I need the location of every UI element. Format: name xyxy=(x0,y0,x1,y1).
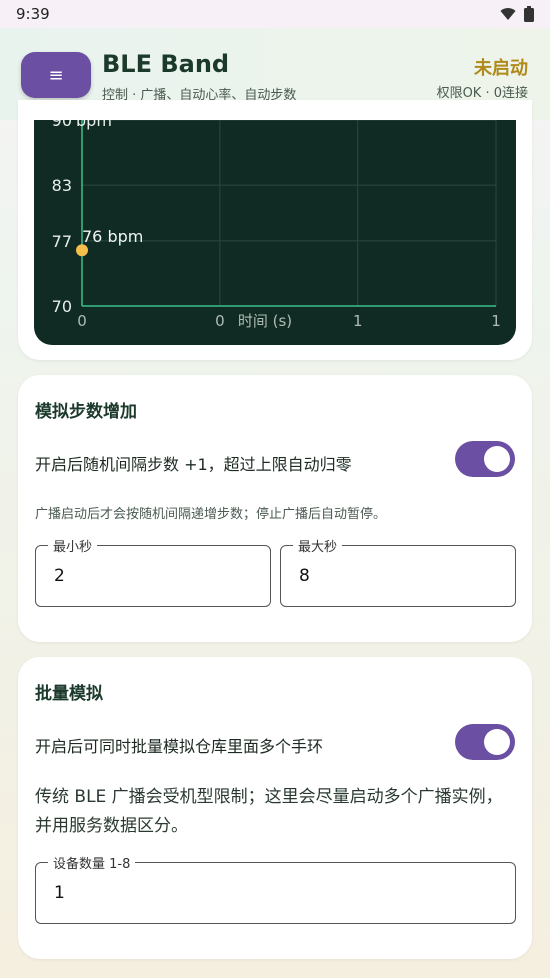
y-tick-label: 77 xyxy=(52,232,72,251)
device-count-label: 设备数量 1-8 xyxy=(48,853,136,872)
status-time: 9:39 xyxy=(16,5,50,23)
menu-button[interactable]: ≡ xyxy=(21,52,91,98)
battery-icon xyxy=(524,6,534,22)
heart-rate-chart: 90 83 77 70 bpm 0 0 1 1 时间 (s) 76 bpm xyxy=(34,120,516,345)
broadcast-state: 未启动 xyxy=(474,58,528,79)
min-seconds-field[interactable]: 最小秒 2 xyxy=(35,536,271,607)
wifi-icon xyxy=(500,8,516,20)
batch-toggle[interactable] xyxy=(455,724,515,760)
heart-rate-chart-svg: 90 83 77 70 bpm 0 0 1 1 时间 (s) 76 bpm xyxy=(52,120,501,330)
max-seconds-value: 8 xyxy=(299,566,310,586)
batch-toggle-label: 开启后可同时批量模拟仓库里面多个手环 xyxy=(35,737,324,756)
menu-icon: ≡ xyxy=(48,64,64,86)
batch-card: 批量模拟 开启后可同时批量模拟仓库里面多个手环 传统 BLE 广播会受机型限制；… xyxy=(18,657,532,959)
toggle-knob xyxy=(484,446,510,472)
x-axis-label: 时间 (s) xyxy=(238,312,292,330)
app-title: BLE Band xyxy=(102,50,230,78)
min-seconds-value: 2 xyxy=(54,566,65,586)
x-tick-label: 0 xyxy=(215,312,225,330)
device-count-field[interactable]: 设备数量 1-8 1 xyxy=(35,853,516,924)
x-tick-label: 0 xyxy=(77,312,87,330)
toggle-knob xyxy=(484,729,510,755)
status-icons xyxy=(500,6,534,22)
x-tick-label: 1 xyxy=(353,312,363,330)
x-tick-label: 1 xyxy=(491,312,501,330)
steps-toggle[interactable] xyxy=(455,441,515,477)
y-tick-label: 70 xyxy=(52,297,72,316)
steps-toggle-label: 开启后随机间隔步数 +1，超过上限自动归零 xyxy=(35,455,352,474)
data-point-label: 76 bpm xyxy=(82,227,143,246)
steps-card: 模拟步数增加 开启后随机间隔步数 +1，超过上限自动归零 广播启动后才会按随机间… xyxy=(18,375,532,642)
batch-hint: 传统 BLE 广播会受机型限制；这里会尽量启动多个广播实例，并用服务数据区分。 xyxy=(35,787,503,836)
status-bar: 9:39 xyxy=(0,0,550,28)
y-axis-unit: bpm xyxy=(76,120,112,130)
device-count-value: 1 xyxy=(54,883,65,903)
y-tick-label: 83 xyxy=(52,176,72,195)
connection-status: 权限OK · 0连接 xyxy=(436,86,528,101)
steps-title: 模拟步数增加 xyxy=(35,402,137,422)
y-tick-label: 90 xyxy=(52,120,72,130)
heart-rate-card: 90 83 77 70 bpm 0 0 1 1 时间 (s) 76 bpm xyxy=(18,100,532,360)
min-seconds-label: 最小秒 xyxy=(48,536,98,555)
max-seconds-field[interactable]: 最大秒 8 xyxy=(280,536,516,607)
steps-hint: 广播启动后才会按随机间隔递增步数；停止广播后自动暂停。 xyxy=(35,507,387,522)
batch-title: 批量模拟 xyxy=(35,684,103,704)
max-seconds-label: 最大秒 xyxy=(293,536,343,555)
